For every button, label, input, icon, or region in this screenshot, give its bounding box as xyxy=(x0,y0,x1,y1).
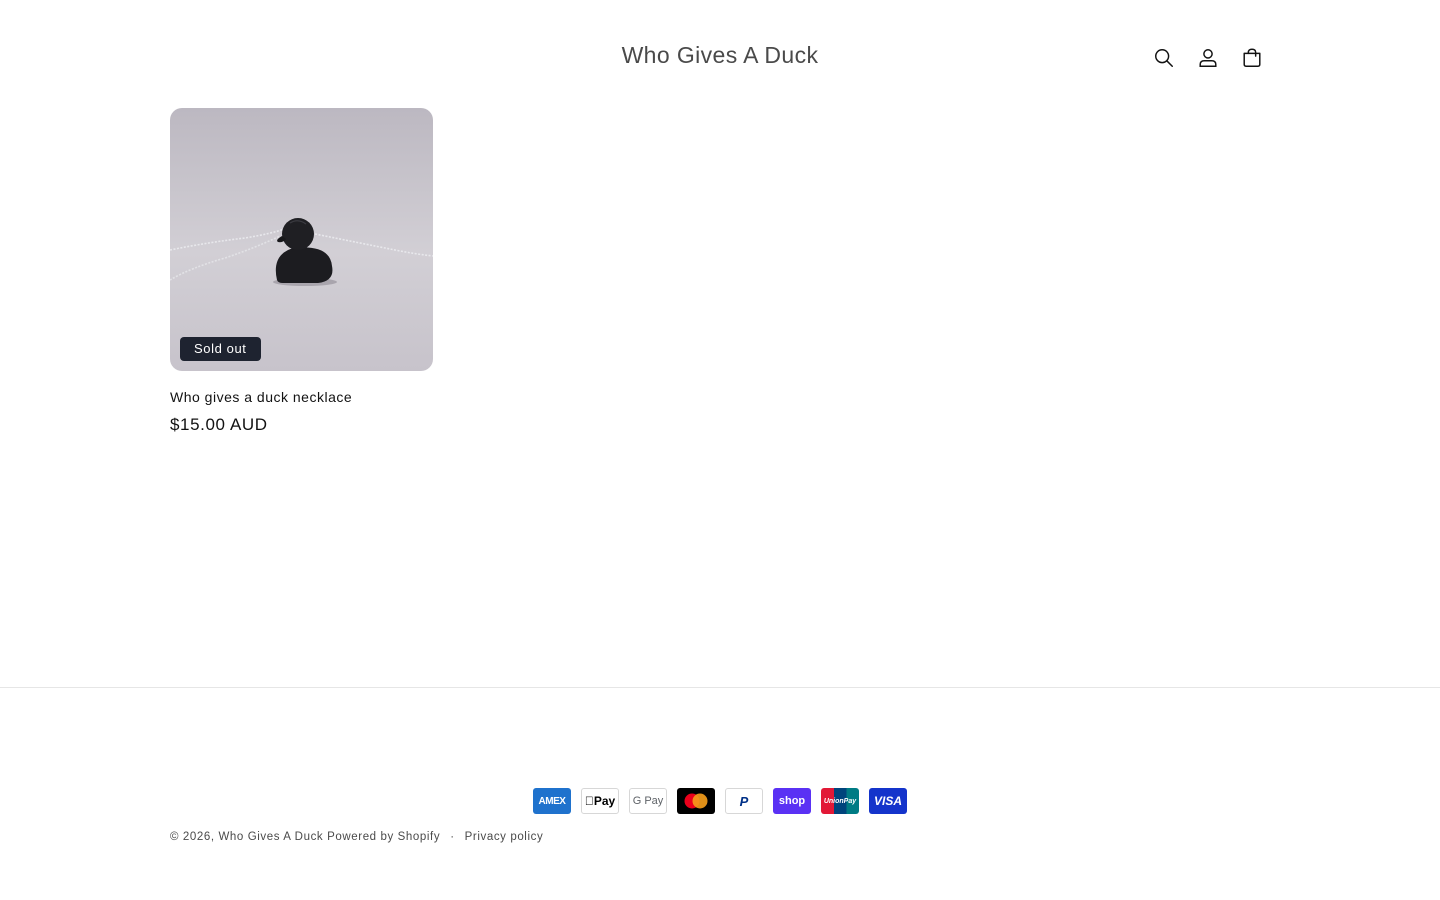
privacy-policy-link[interactable]: Privacy policy xyxy=(465,831,544,843)
copyright-store-link[interactable]: Who Gives A Duck xyxy=(218,831,323,843)
site-footer: AMEX Pay G Pay P shop UnionPay VISA © 2… xyxy=(0,687,1440,900)
visa-icon: VISA xyxy=(869,788,907,814)
cart-icon xyxy=(1243,48,1261,67)
cart-button[interactable] xyxy=(1230,36,1274,80)
unionpay-icon: UnionPay xyxy=(821,788,859,814)
sold-out-badge: Sold out xyxy=(180,337,261,361)
payment-icons: AMEX Pay G Pay P shop UnionPay VISA xyxy=(533,788,907,814)
footer-separator: · xyxy=(450,831,455,843)
account-button[interactable] xyxy=(1186,36,1230,80)
product-price: $15.00 AUD xyxy=(170,415,268,434)
product-image[interactable]: Sold out xyxy=(170,108,433,371)
search-button[interactable] xyxy=(1142,36,1186,80)
google-pay-icon: G Pay xyxy=(629,788,667,814)
mastercard-icon xyxy=(677,788,715,814)
copyright-prefix: © 2026, xyxy=(170,831,215,843)
product-photo xyxy=(170,108,433,371)
powered-by-shopify-link[interactable]: Powered by Shopify xyxy=(327,831,440,843)
mastercard-circles xyxy=(684,793,708,809)
product-card[interactable]: Sold out Who gives a duck necklace $15.0… xyxy=(170,108,433,435)
product-title[interactable]: Who gives a duck necklace xyxy=(170,389,433,405)
paypal-icon: P xyxy=(725,788,763,814)
amex-icon: AMEX xyxy=(533,788,571,814)
site-header: Who Gives A Duck xyxy=(0,0,1440,116)
shop-pay-icon: shop xyxy=(773,788,811,814)
footer-copyright: © 2026, Who Gives A Duck Powered by Shop… xyxy=(170,831,543,843)
apple-pay-icon: Pay xyxy=(581,788,619,814)
search-icon xyxy=(1155,49,1173,67)
account-icon xyxy=(1199,49,1217,67)
store-name-link[interactable]: Who Gives A Duck xyxy=(622,42,819,68)
header-icons xyxy=(1142,36,1274,80)
